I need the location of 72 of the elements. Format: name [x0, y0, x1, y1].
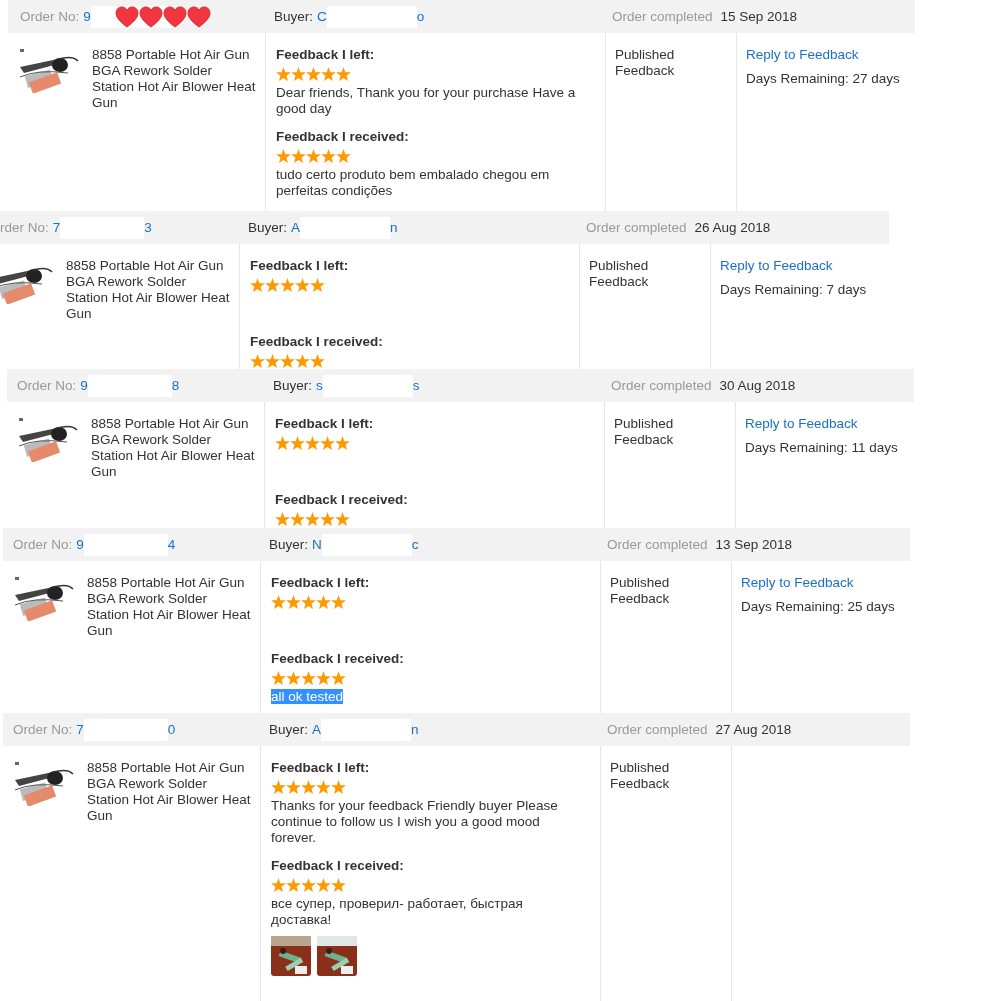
order-completed-label: Order completed [612, 9, 713, 24]
reply-to-feedback-link[interactable]: Reply to Feedback [746, 47, 900, 62]
feedback-status: Published Feedback [589, 258, 650, 290]
order-number-label: Order No: [13, 722, 73, 737]
product-title[interactable]: 8858 Portable Hot Air Gun BGA Rework Solder Station Hot Air Blower Heat Gun [87, 760, 252, 824]
order-number[interactable]: 7 [52, 220, 61, 235]
buyer-name[interactable]: n [390, 220, 398, 235]
product-title[interactable]: 8858 Portable Hot Air Gun BGA Rework Solder Station Hot Air Blower Heat Gun [91, 416, 256, 480]
buyer-label: Buyer: [273, 378, 313, 393]
order-number-label: rder No: [0, 220, 49, 235]
feedback-comment: all ok tested [271, 689, 344, 704]
buyer-label: Buyer: [269, 722, 309, 737]
buyer-name[interactable]: A [312, 722, 322, 737]
order-number[interactable]: 8 [171, 378, 180, 393]
feedback-received-heading: Feedback I received: [276, 129, 410, 144]
feedback-status: Published Feedback [614, 416, 675, 448]
feedback-comment: Thanks for your feedback Friendly buyer Please continue to follow us I wish you a good mood forever. [271, 798, 559, 846]
order-number[interactable]: 9 [83, 9, 91, 24]
order-date: 13 Sep 2018 [715, 537, 793, 552]
buyer-name[interactable]: s [316, 378, 323, 393]
feedback-left-heading: Feedback I left: [271, 575, 371, 590]
order-number-label: Order No: [13, 537, 73, 552]
order-date: 15 Sep 2018 [720, 9, 798, 24]
buyer-name[interactable]: c [411, 537, 419, 552]
order-date: 30 Aug 2018 [719, 378, 796, 393]
order-date: 26 Aug 2018 [694, 220, 771, 235]
buyer-name[interactable]: s [412, 378, 420, 393]
order-date: 27 Aug 2018 [715, 722, 792, 737]
order-number-label: Order No: [17, 378, 77, 393]
feedback-received-heading: Feedback I received: [250, 334, 384, 349]
order-number[interactable]: 9 [76, 537, 84, 552]
buyer-name[interactable]: N [312, 537, 322, 552]
buyer-name[interactable]: n [411, 722, 419, 737]
feedback-left-heading: Feedback I left: [271, 760, 371, 775]
days-remaining: Days Remaining: 11 days [745, 440, 898, 455]
order-completed-label: Order completed [586, 220, 687, 235]
feedback-left-heading: Feedback I left: [276, 47, 376, 62]
feedback-left-heading: Feedback I left: [275, 416, 375, 431]
product-title[interactable]: 8858 Portable Hot Air Gun BGA Rework Solder Station Hot Air Blower Heat Gun [87, 575, 252, 639]
order-completed-label: Order completed [611, 378, 712, 393]
reply-to-feedback-link[interactable]: Reply to Feedback [720, 258, 867, 273]
days-remaining: Days Remaining: 27 days [746, 71, 900, 86]
days-remaining: Days Remaining: 25 days [741, 599, 895, 614]
feedback-status: Published Feedback [615, 47, 676, 79]
feedback-comment: tudo certo produto bem embalado chegou em perfeitas condições [276, 167, 550, 198]
product-title[interactable]: 8858 Portable Hot Air Gun BGA Rework Solder Station Hot Air Blower Heat Gun [92, 47, 257, 111]
feedback-comment: все супер, проверил- работает, быстрая доставка! [271, 896, 523, 927]
feedback-status: Published Feedback [610, 760, 671, 792]
feedback-received-heading: Feedback I received: [275, 492, 409, 507]
reply-to-feedback-link[interactable]: Reply to Feedback [745, 416, 898, 431]
buyer-name[interactable]: C [317, 9, 327, 24]
order-number[interactable]: 3 [144, 220, 152, 235]
order-number[interactable]: 0 [167, 722, 176, 737]
product-title[interactable]: 8858 Portable Hot Air Gun BGA Rework Solder Station Hot Air Blower Heat Gun [66, 258, 231, 322]
buyer-label: Buyer: [274, 9, 314, 24]
feedback-left-heading: Feedback I left: [250, 258, 350, 273]
buyer-label: Buyer: [248, 220, 288, 235]
days-remaining: Days Remaining: 7 days [720, 282, 867, 297]
order-completed-label: Order completed [607, 722, 708, 737]
buyer-name[interactable]: o [416, 9, 425, 24]
order-completed-label: Order completed [607, 537, 708, 552]
reply-to-feedback-link[interactable]: Reply to Feedback [741, 575, 895, 590]
feedback-status: Published Feedback [610, 575, 671, 607]
feedback-received-heading: Feedback I received: [271, 858, 405, 873]
feedback-received-heading: Feedback I received: [271, 651, 405, 666]
buyer-label: Buyer: [269, 537, 309, 552]
order-number[interactable]: 4 [167, 537, 176, 552]
buyer-name[interactable]: A [291, 220, 301, 235]
order-number[interactable]: 7 [76, 722, 84, 737]
order-number[interactable]: 9 [80, 378, 88, 393]
feedback-comment: Dear friends, Thank you for your purchase Have a good day [276, 85, 577, 117]
order-number-label: Order No: [20, 9, 80, 24]
